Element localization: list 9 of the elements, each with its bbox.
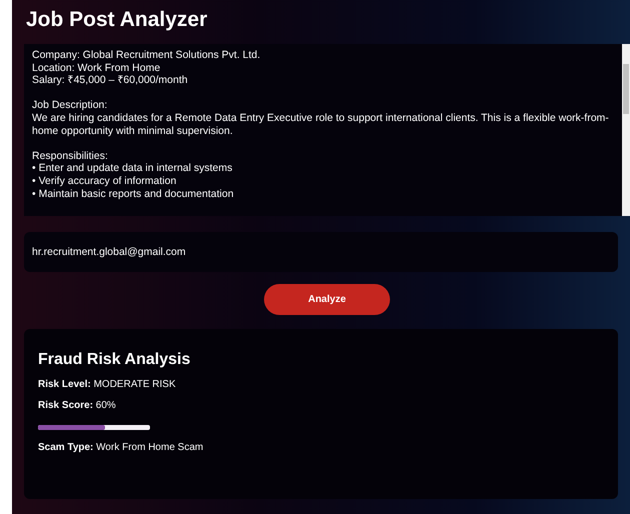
analyze-button[interactable]: Analyze <box>264 284 390 315</box>
job-post-field[interactable]: Company: Global Recruitment Solutions Pvt. Ltd. Location: Work From Home Salary: ₹45,000 – ₹60,000/month Job Description: We are hiring candidates for a Remote Data Entry Executive role to support international clients. This is a flexible work-from-home opportunity with minimal supervision. Responsibilities: • Enter and update data in internal systems • Verify accuracy of information • Maintain basic reports and documentation <box>24 44 622 216</box>
page-title: Job Post Analyzer <box>26 8 208 32</box>
result-line: Risk Score: 60% <box>38 400 117 411</box>
scrollbar[interactable] <box>622 44 630 216</box>
result-title: Fraud Risk Analysis <box>38 351 192 369</box>
result-line: Risk Level: MODERATE RISK <box>38 379 177 390</box>
email-field[interactable]: hr.recruitment.global@gmail.com <box>24 232 618 272</box>
scam-type: Scam Type: Work From Home Scam <box>38 442 204 453</box>
